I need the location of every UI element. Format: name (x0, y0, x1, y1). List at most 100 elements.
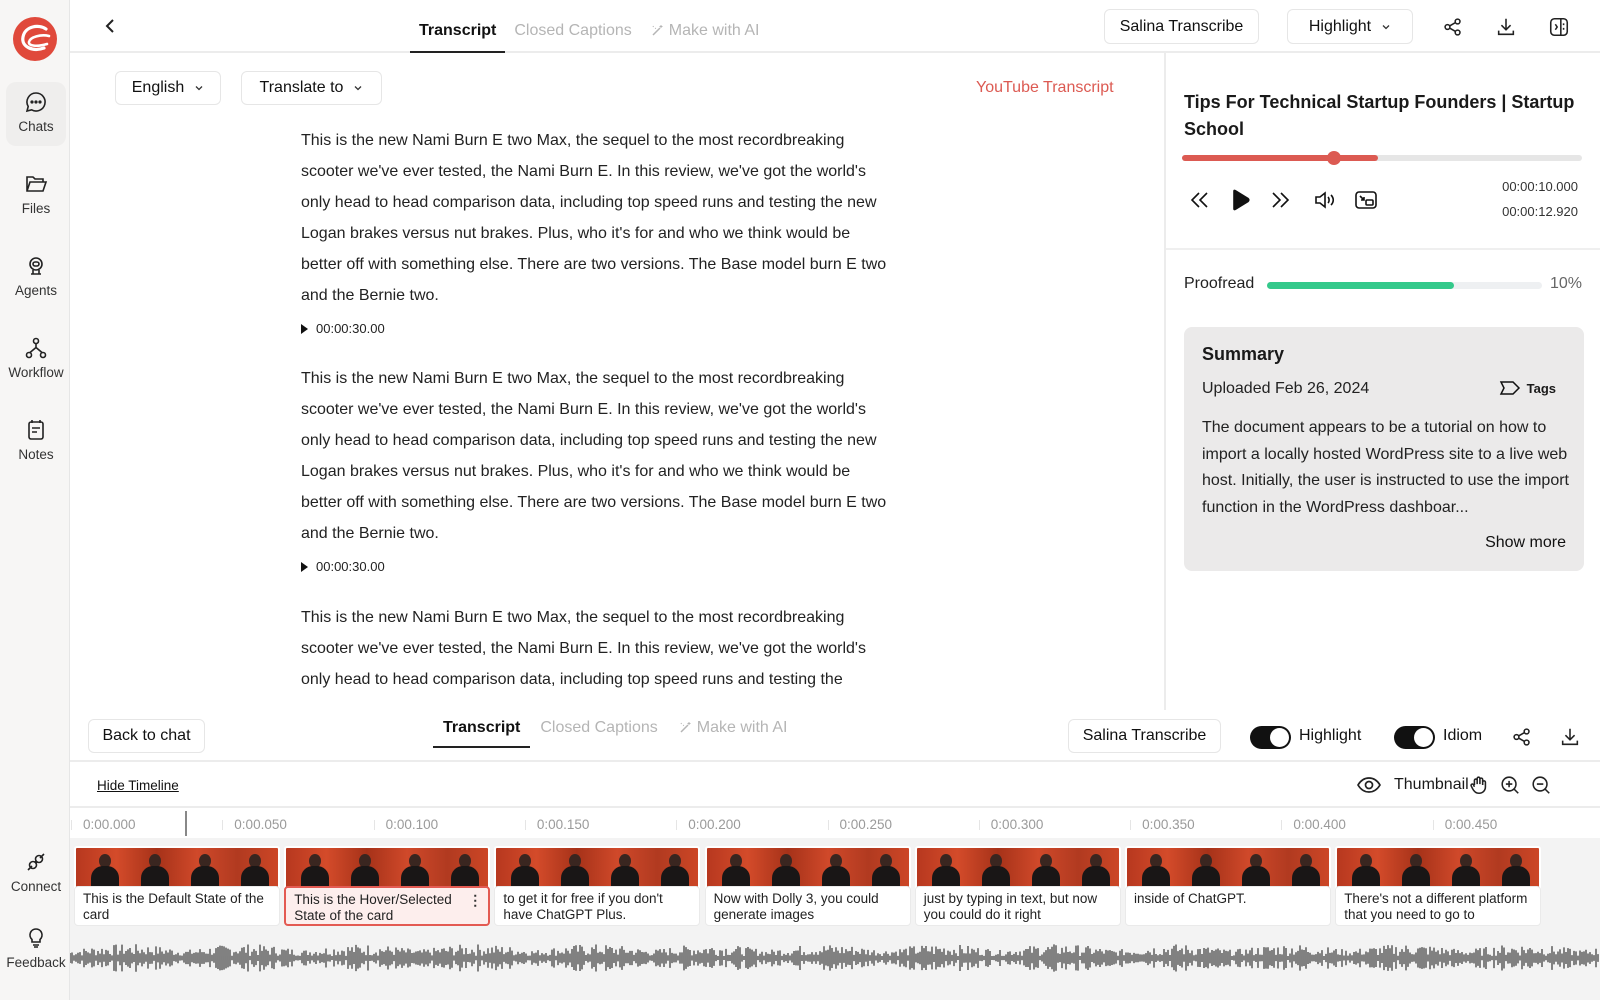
timeline-tick: 0:00.050 (222, 817, 287, 832)
sidebar-item-connect[interactable]: Connect (6, 842, 66, 906)
seek-knob[interactable] (1327, 151, 1341, 165)
segment-timestamp[interactable]: 00:00:30.00 (301, 321, 385, 336)
sidebar-item-agents[interactable]: Agents (6, 246, 66, 310)
sidebar-item-workflow[interactable]: Workflow (6, 328, 66, 392)
button-label: Salina Transcribe (1119, 17, 1244, 35)
language-dropdown[interactable]: English (115, 71, 221, 105)
timeline-ruler[interactable]: 0:00.000 0:00.050 0:00.100 0:00.150 0:00.200… (70, 808, 1600, 838)
back-to-chat-button[interactable]: Back to chat (88, 719, 205, 753)
sidebar-item-notes[interactable]: Notes (6, 410, 66, 474)
tab-make-with-ai[interactable]: Make with AI (641, 16, 769, 52)
hide-timeline-link[interactable]: Hide Timeline (97, 778, 179, 793)
panel-divider (1166, 248, 1600, 250)
timeline-playhead[interactable] (185, 811, 187, 836)
caption-card[interactable]: This is the Default State of the card (74, 886, 280, 926)
sidebar-item-chats[interactable]: Chats (6, 82, 66, 146)
thumbnail-person-figure (450, 850, 480, 890)
volume-button[interactable] (1311, 186, 1339, 214)
current-time: 00:00:10.000 (1502, 179, 1578, 194)
caption-card[interactable]: inside of ChatGPT. (1125, 886, 1331, 926)
audio-waveform[interactable] (70, 938, 1600, 978)
thumbnail-person-figure (1401, 850, 1431, 890)
picture-in-picture-icon (1355, 191, 1377, 209)
transcript-segment[interactable]: This is the new Nami Burn E two Max, the… (301, 363, 891, 549)
thumbnail-person-figure (931, 850, 961, 890)
zoom-out-button[interactable] (1528, 772, 1554, 798)
transcript-segment[interactable]: This is the new Nami Burn E two Max, the… (301, 125, 891, 311)
seek-bar[interactable] (1182, 151, 1582, 165)
zoom-in-button[interactable] (1497, 772, 1523, 798)
thumbnail-person-figure (871, 850, 901, 890)
tab-closed-captions[interactable]: Closed Captions (530, 714, 667, 747)
tab-label: Closed Captions (514, 22, 632, 39)
thumbnail-person-figure (560, 850, 590, 890)
tab-closed-captions[interactable]: Closed Captions (505, 16, 640, 52)
tags-label: Tags (1526, 380, 1556, 396)
tab-label: Transcript (419, 22, 497, 39)
caption-card[interactable]: This is the Hover/Selected State of the … (284, 886, 491, 926)
upload-date: Uploaded Feb 26, 2024 (1202, 380, 1370, 397)
app-logo-icon[interactable] (13, 17, 57, 61)
tab-make-with-ai[interactable]: Make with AI (668, 714, 798, 747)
proofread-percent: 10% (1549, 275, 1582, 292)
highlight-toggle[interactable] (1250, 726, 1291, 749)
fast-forward-button[interactable] (1266, 186, 1294, 214)
rewind-button[interactable] (1186, 186, 1214, 214)
tags-button[interactable]: Tags (1499, 379, 1556, 397)
timeline-tick: 0:00.400 (1281, 817, 1346, 832)
caption-card[interactable]: Now with Dolly 3, you could generate ima… (704, 886, 911, 926)
caption-text: This is the Default State of the card (83, 891, 264, 922)
sidebar-item-files[interactable]: Files (6, 164, 66, 228)
salina-transcribe-button[interactable]: Salina Transcribe (1104, 9, 1259, 44)
highlight-dropdown[interactable]: Highlight (1287, 9, 1413, 44)
show-more-link[interactable]: Show more (1485, 534, 1566, 552)
toggle-knob (1270, 728, 1289, 747)
tag-icon (1499, 381, 1520, 395)
chat-bubble-icon (25, 92, 46, 113)
play-button[interactable] (1226, 186, 1254, 214)
thumbnail-person-figure (1451, 850, 1481, 890)
thumbnail-person-figure (1501, 850, 1531, 890)
segment-timestamp[interactable]: 00:00:30.00 (301, 559, 385, 574)
caption-text: Now with Dolly 3, you could generate ima… (713, 891, 879, 922)
idiom-toggle[interactable] (1394, 726, 1435, 749)
caption-card[interactable]: to get it for free if you don't have Cha… (494, 886, 701, 926)
picture-in-picture-button[interactable] (1352, 186, 1380, 214)
caption-card[interactable]: There's not a different platform that yo… (1335, 886, 1542, 926)
timeline-tick: 0:00.150 (524, 817, 590, 832)
translate-dropdown[interactable]: Translate to (241, 71, 382, 105)
download-button[interactable] (1557, 724, 1583, 750)
transcript-segment[interactable]: This is the new Nami Burn E two Max, the… (301, 602, 891, 695)
download-button[interactable] (1493, 14, 1519, 40)
tab-transcript[interactable]: Transcript (433, 714, 531, 748)
waveform-path (70, 944, 1599, 972)
share-button[interactable] (1440, 14, 1466, 40)
play-triangle-icon (301, 561, 308, 572)
thumbnail-toggle[interactable]: Thumbnail (1356, 776, 1469, 794)
pan-hand-button[interactable] (1466, 772, 1492, 798)
youtube-transcript-link[interactable]: YouTube Transcript (976, 79, 1114, 97)
bottom-toolbar: Back to chat Transcript Closed Captions … (70, 710, 1600, 762)
thumbnail-person-figure (981, 850, 1011, 890)
caption-text: just by typing in text, but now you coul… (923, 891, 1098, 922)
dropdown-label: English (131, 79, 185, 96)
tab-label: Closed Captions (540, 719, 658, 736)
sidebar-item-feedback[interactable]: Feedback (6, 918, 66, 982)
eye-icon (1357, 777, 1381, 793)
thumbnail-person-figure (1191, 850, 1221, 890)
top-toolbar: Transcript Closed Captions Make with AI … (70, 0, 1600, 53)
caption-card[interactable]: just by typing in text, but now you coul… (914, 886, 1121, 926)
thumbnail-person-figure (821, 850, 851, 890)
share-button[interactable] (1509, 724, 1535, 750)
transcript-pane: English Translate to YouTube Transcript … (70, 53, 1165, 710)
salina-transcribe-button[interactable]: Salina Transcribe (1068, 719, 1221, 753)
card-menu-icon[interactable]: ⋮ (468, 892, 482, 908)
tab-transcript[interactable]: Transcript (410, 16, 506, 53)
play-icon (1233, 189, 1250, 211)
agent-icon (29, 257, 43, 275)
back-arrow-icon[interactable] (100, 16, 120, 36)
seek-bar-fill (1182, 155, 1378, 161)
folder-icon (26, 176, 48, 192)
thumbnail-person-figure (610, 850, 640, 890)
toggle-panel-button[interactable] (1546, 14, 1572, 40)
